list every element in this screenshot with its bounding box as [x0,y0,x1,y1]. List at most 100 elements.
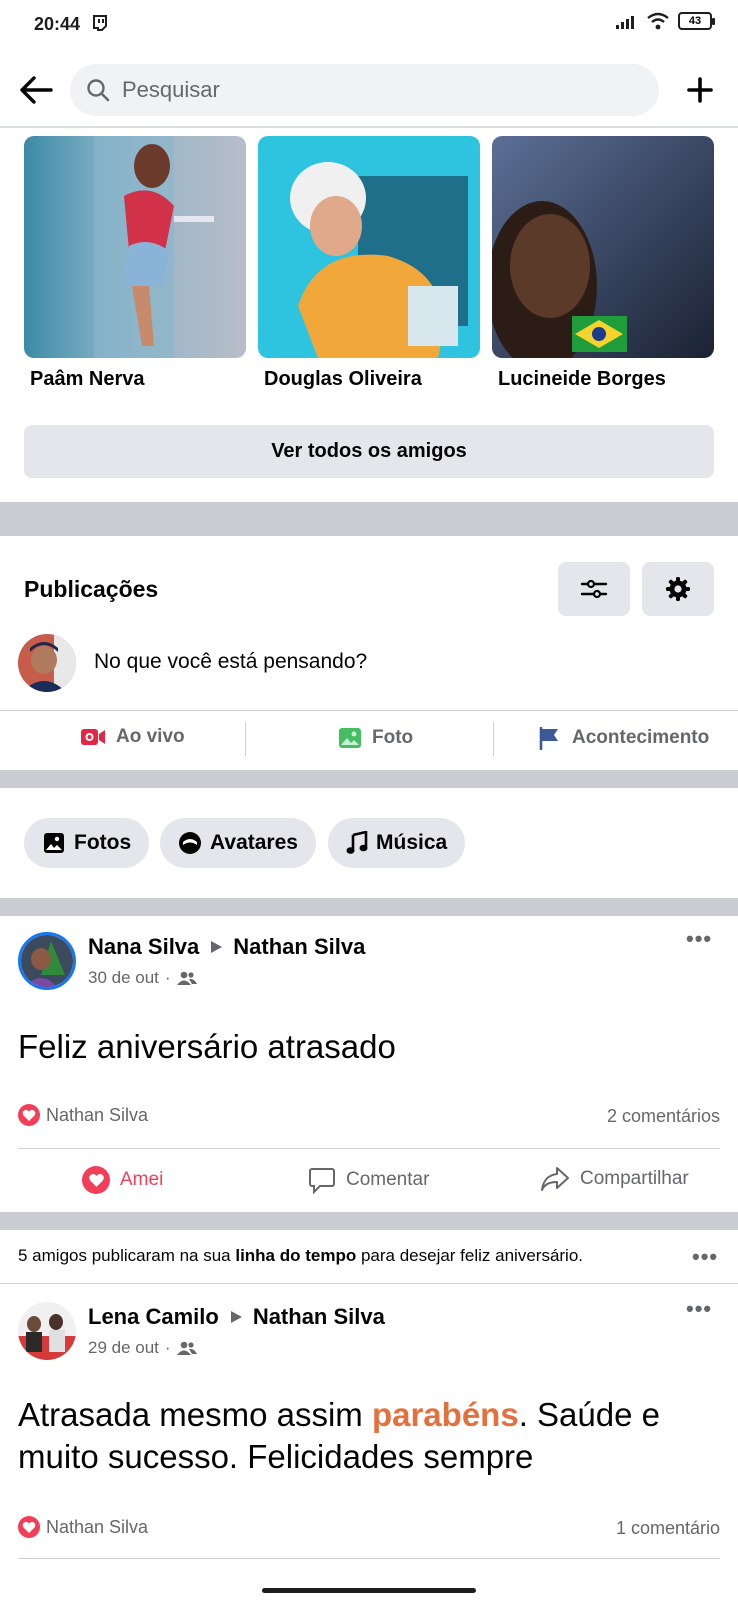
heart-icon [18,1516,40,1538]
notice-bold: linha do tempo [235,1246,357,1265]
avatar-icon [179,832,201,854]
status-icons: 43 [616,12,715,30]
friends-icon [176,1341,197,1355]
friend-name-2[interactable]: Douglas Oliveira [264,368,422,391]
post-meta: 30 de out · [88,968,197,988]
avatars-chip[interactable]: Avatares [160,818,316,868]
see-all-friends-button[interactable]: Ver todos os amigos [24,425,714,478]
friend-name-1[interactable]: Paâm Nerva [30,368,145,391]
photos-icon [44,833,64,853]
reactions-summary[interactable]: Nathan Silva [18,1104,148,1126]
friend-name-3[interactable]: Lucineide Borges [498,368,666,391]
divider [0,1283,738,1284]
wifi-icon [647,12,669,30]
post-meta: 29 de out · [88,1338,197,1358]
friend-photo-2[interactable] [258,136,480,358]
divider [18,1558,720,1559]
section-separator [0,898,738,916]
friend-photo-3[interactable] [492,136,714,358]
friend-photo-image [492,136,714,358]
event-button[interactable]: Acontecimento [538,726,709,750]
post-header: Nana Silva Nathan Silva [88,934,365,960]
friend-photo-image [24,136,246,358]
love-label: Amei [120,1169,164,1190]
share-label: Compartilhar [580,1168,689,1189]
home-indicator[interactable] [262,1588,476,1593]
music-chip[interactable]: Música [328,818,466,868]
notice-prefix: 5 amigos publicaram na sua [18,1246,236,1265]
header-divider [0,126,738,128]
more-options-icon[interactable]: ••• [686,1296,712,1322]
more-options-icon[interactable]: ••• [686,926,712,952]
live-button[interactable]: Ao vivo [80,726,185,748]
share-button[interactable]: Compartilhar [540,1166,689,1192]
birthday-notice[interactable]: 5 amigos publicaram na sua linha do temp… [18,1246,678,1266]
filter-button[interactable] [558,562,630,616]
avatar-image [21,935,73,987]
flag-icon [539,726,558,750]
comment-label: Comentar [346,1169,430,1190]
love-button[interactable]: Amei [82,1166,163,1194]
friends-icon [176,971,197,985]
post-author-avatar[interactable] [18,1302,76,1360]
post-target-name[interactable]: Nathan Silva [253,1304,385,1330]
search-input[interactable]: Pesquisar [70,64,659,116]
post-author-name[interactable]: Lena Camilo [88,1304,219,1330]
section-separator [0,502,738,536]
post-header: Lena Camilo Nathan Silva [88,1304,385,1330]
meta-dot: · [164,1338,171,1357]
highlight-word[interactable]: parabéns [372,1396,519,1433]
avatar-image [18,634,76,692]
friend-photo-1[interactable] [24,136,246,358]
battery-level: 43 [688,15,702,27]
post-author-name[interactable]: Nana Silva [88,934,199,960]
more-options-icon[interactable]: ••• [692,1244,718,1270]
reactor-name: Nathan Silva [46,1104,149,1125]
reactions-summary[interactable]: Nathan Silva [18,1516,148,1538]
create-button[interactable] [680,70,720,110]
photos-chip-label: Fotos [74,831,132,854]
settings-button[interactable] [642,562,714,616]
divider [493,722,494,756]
notice-suffix: para desejar feliz aniversário. [356,1246,584,1265]
comments-count[interactable]: 1 comentário [616,1518,720,1539]
avatar-image [18,1302,76,1360]
back-button[interactable] [16,70,56,110]
divider [245,722,246,756]
friend-photo-image [258,136,480,358]
post-text-start: Atrasada mesmo assim [18,1396,372,1433]
live-video-icon [81,729,105,745]
event-label: Acontecimento [572,727,710,748]
post-author-avatar[interactable] [18,932,76,990]
heart-icon [82,1166,110,1194]
share-icon [541,1167,569,1191]
music-icon [346,831,368,854]
filter-icon [580,579,608,599]
triangle-right-icon [230,1311,242,1323]
user-avatar[interactable] [18,634,76,692]
signal-icon [616,16,634,29]
post-date[interactable]: 30 de out [88,968,159,988]
music-chip-label: Música [376,831,448,854]
meta-dot: · [164,968,171,987]
section-separator [0,770,738,788]
section-separator [0,1212,738,1230]
avatars-chip-label: Avatares [210,831,298,854]
live-label: Ao vivo [116,726,185,747]
composer-input[interactable]: No que você está pensando? [94,650,367,674]
post-target-name[interactable]: Nathan Silva [233,934,365,960]
status-time-text: 20:44 [34,14,81,34]
comment-button[interactable]: Comentar [308,1166,429,1194]
arrow-left-icon [20,76,53,104]
plus-icon [687,77,713,103]
post-text: Feliz aniversário atrasado [18,1028,396,1065]
battery-icon: 43 [678,12,715,30]
post-text: Atrasada mesmo assim parabéns. Saúde e m… [18,1394,718,1478]
post-date[interactable]: 29 de out [88,1338,159,1358]
gear-icon [666,577,690,601]
status-time: 20:44 [34,14,109,35]
photos-chip[interactable]: Fotos [24,818,150,868]
comment-icon [309,1168,335,1194]
comments-count[interactable]: 2 comentários [607,1106,720,1127]
photo-button[interactable]: Foto [338,726,413,750]
